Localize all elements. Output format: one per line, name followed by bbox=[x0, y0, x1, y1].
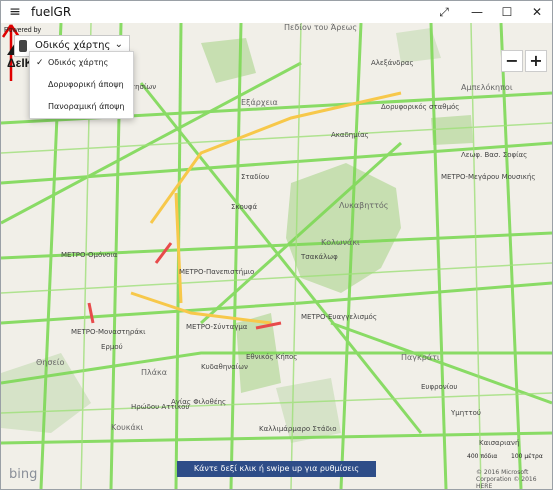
map-label: Ευφρονίου bbox=[421, 383, 458, 391]
hamburger-icon[interactable]: ≡ bbox=[7, 4, 23, 20]
powered-by-text: Powered by bbox=[4, 27, 41, 34]
bing-logo: bing bbox=[9, 467, 38, 482]
map-label: Κουκάκι bbox=[111, 423, 144, 432]
phone-icon bbox=[19, 40, 27, 52]
map-label: ΜΕΤΡΟ-Ευαγγελισμός bbox=[301, 313, 377, 321]
map-label: Καλλιμάρμαρο Στάδιο bbox=[259, 425, 337, 433]
menu-item-label: Πανοραμική άποψη bbox=[48, 102, 125, 111]
maximize-button[interactable]: ☐ bbox=[492, 1, 522, 23]
map-label: ΜΕΤΡΟ-Ομόνοια bbox=[61, 251, 118, 259]
map-label: Τσακάλωφ bbox=[301, 253, 338, 261]
menu-item-label: Οδικός χάρτης bbox=[48, 58, 109, 67]
dropdown-selected-label: Οδικός χάρτης bbox=[35, 40, 111, 51]
menu-item-satellite[interactable]: Δορυφορική άποψη bbox=[30, 74, 133, 96]
map-label: Κολωνάκι bbox=[321, 238, 360, 247]
map-label: ΜΕΤΡΟ-Πανεπιστήμιο bbox=[179, 268, 255, 276]
map-label: Εξάρχεια bbox=[241, 98, 278, 107]
map-style-menu: ✓ Οδικός χάρτης Δορυφορική άποψη Πανοραμ… bbox=[29, 51, 134, 119]
fullscreen-button[interactable]: ⤢ bbox=[429, 1, 459, 23]
map-label: Αμπελόκηποι bbox=[461, 83, 513, 92]
title-bar: ≡ fuelGR ⤢ — ☐ ✕ bbox=[1, 1, 552, 23]
map-label: Ερμού bbox=[101, 343, 123, 351]
close-button[interactable]: ✕ bbox=[522, 1, 552, 23]
minimize-button[interactable]: — bbox=[462, 1, 492, 23]
map-label: Λεωφ. Βασ. Σοφίας bbox=[461, 151, 528, 159]
map-label: Κυδαθηναίων bbox=[201, 363, 248, 371]
map-label: ΜΕΤΡΟ-Σύνταγμα bbox=[186, 323, 248, 331]
map-label: Σταδίου bbox=[241, 173, 270, 181]
map-label: Παγκράτι bbox=[401, 353, 440, 362]
scale-feet: 400 πόδια bbox=[467, 453, 498, 460]
map-label: Πεδίον του Άρεως bbox=[284, 23, 358, 32]
map-label: Εθνικός Κήπος bbox=[246, 353, 298, 361]
scale-meters: 100 μέτρα bbox=[511, 453, 543, 460]
copyright-text: © 2016 Microsoft Corporation © 2016 HERE bbox=[476, 469, 537, 489]
menu-item-label: Δορυφορική άποψη bbox=[48, 80, 124, 89]
check-icon: ✓ bbox=[36, 58, 44, 68]
app-title: fuelGR bbox=[31, 5, 72, 19]
map-label: Θησείο bbox=[36, 358, 65, 367]
map-label: Αλεξάνδρας bbox=[371, 59, 414, 67]
zoom-in-button[interactable]: + bbox=[525, 50, 547, 72]
menu-item-road-map[interactable]: ✓ Οδικός χάρτης bbox=[30, 52, 133, 74]
map-label: Ακαδημίας bbox=[331, 131, 369, 139]
map-label: Ηρώδου Αττικού bbox=[131, 403, 190, 411]
map-label: Σκουφά bbox=[231, 203, 258, 211]
chevron-down-icon: ⌄ bbox=[114, 39, 123, 50]
map-label: Καισαριανή bbox=[479, 439, 520, 447]
settings-hint-bar[interactable]: Κάντε δεξί κλικ ή swipe up για ρυθμίσεις bbox=[177, 461, 376, 477]
app-window: ≡ fuelGR ⤢ — ☐ ✕ Πεδίον του Άρεως Λυκαβη… bbox=[0, 0, 553, 490]
map-label: Δορυφορικός σταθμός bbox=[381, 103, 460, 111]
map-label: Υμηττού bbox=[451, 409, 481, 417]
map-label: Πλάκα bbox=[141, 368, 168, 377]
map-label: Λυκαβηττός bbox=[339, 201, 389, 210]
zoom-out-button[interactable]: − bbox=[501, 50, 523, 72]
menu-item-panoramic[interactable]: Πανοραμική άποψη bbox=[30, 96, 133, 118]
map-label: ΜΕΤΡΟ-Μεγάρου Μουσικής bbox=[441, 173, 536, 181]
map-label: ΜΕΤΡΟ-Μοναστηράκι bbox=[71, 328, 146, 336]
